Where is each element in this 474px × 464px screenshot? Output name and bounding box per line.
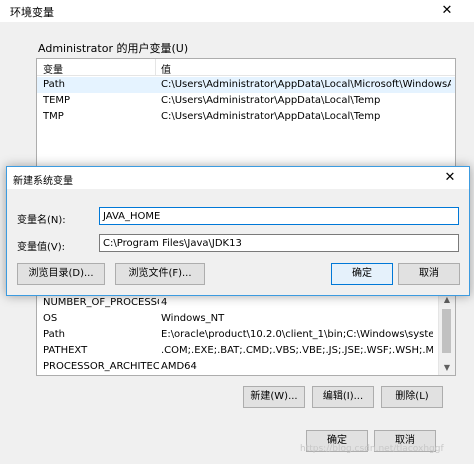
table-row[interactable]: OS Windows_NT bbox=[37, 311, 455, 327]
variable-value: E:\oracle\product\10.2.0\client_1\bin;C:… bbox=[161, 329, 433, 340]
variable-name-input[interactable]: JAVA_HOME bbox=[99, 207, 459, 225]
edit-variable-button[interactable]: 编辑(I)... bbox=[312, 386, 374, 408]
column-header-value[interactable]: 值 bbox=[161, 61, 171, 76]
user-variables-list[interactable]: 变量 值 Path C:\Users\Administrator\AppData… bbox=[36, 58, 456, 174]
delete-variable-button[interactable]: 删除(L) bbox=[381, 386, 443, 408]
column-header-variable[interactable]: 变量 bbox=[43, 61, 63, 76]
variable-value: C:\Users\Administrator\AppData\Local\Mic… bbox=[161, 79, 451, 90]
variable-name: TEMP bbox=[43, 95, 71, 106]
browse-directory-button[interactable]: 浏览目录(D)... bbox=[17, 263, 105, 285]
list-header: 变量 值 bbox=[37, 59, 455, 76]
variable-value: .COM;.EXE;.BAT;.CMD;.VBS;.VBE;.JS;.JSE;.… bbox=[161, 345, 433, 356]
dialog-titlebar: 新建系统变量 ✕ bbox=[7, 167, 469, 189]
table-row[interactable]: PROCESSOR_ARCHITECT... AMD64 bbox=[37, 359, 455, 375]
new-system-variable-dialog: 新建系统变量 ✕ 变量名(N): JAVA_HOME 变量值(V): C:\Pr… bbox=[6, 166, 470, 296]
dialog-title: 新建系统变量 bbox=[13, 176, 73, 187]
new-variable-button[interactable]: 新建(W)... bbox=[243, 386, 305, 408]
variable-name-label: 变量名(N): bbox=[17, 215, 66, 226]
variable-name: NUMBER_OF_PROCESSORS bbox=[43, 297, 159, 308]
variable-value: 4 bbox=[161, 297, 168, 308]
table-row[interactable]: Path C:\Users\Administrator\AppData\Loca… bbox=[37, 77, 455, 93]
variable-name: Path bbox=[43, 79, 65, 90]
dialog-cancel-button[interactable]: 取消 bbox=[398, 263, 460, 285]
user-variables-group-label: Administrator 的用户变量(U) bbox=[38, 42, 189, 55]
scroll-thumb[interactable] bbox=[442, 309, 451, 353]
close-icon[interactable]: ✕ bbox=[432, 2, 462, 20]
scroll-down-icon[interactable]: ▼ bbox=[439, 361, 455, 375]
window-titlebar: 环境变量 ✕ bbox=[0, 0, 474, 22]
vertical-scrollbar[interactable]: ▲ ▼ bbox=[438, 293, 455, 375]
variable-value: C:\Users\Administrator\AppData\Local\Tem… bbox=[161, 95, 381, 106]
dialog-ok-button[interactable]: 确定 bbox=[331, 263, 393, 285]
variable-value: Windows_NT bbox=[161, 313, 225, 324]
table-row[interactable]: TEMP C:\Users\Administrator\AppData\Loca… bbox=[37, 93, 455, 109]
watermark: https://blog.csdn.net/tlacoxhggf bbox=[300, 444, 444, 454]
variable-name: PROCESSOR_ARCHITECT... bbox=[43, 361, 159, 372]
table-row[interactable]: TMP C:\Users\Administrator\AppData\Local… bbox=[37, 109, 455, 125]
variable-value-input[interactable]: C:\Program Files\Java\JDK13 bbox=[99, 234, 459, 252]
column-divider[interactable] bbox=[155, 59, 156, 75]
variable-value: AMD64 bbox=[161, 361, 197, 372]
variable-name: PATHEXT bbox=[43, 345, 88, 356]
table-row[interactable]: PATHEXT .COM;.EXE;.BAT;.CMD;.VBS;.VBE;.J… bbox=[37, 343, 455, 359]
variable-name: Path bbox=[43, 329, 65, 340]
variable-name: TMP bbox=[43, 111, 64, 122]
variable-name: OS bbox=[43, 313, 58, 324]
variable-value: C:\Users\Administrator\AppData\Local\Tem… bbox=[161, 111, 381, 122]
system-variables-list[interactable]: NUMBER_OF_PROCESSORS 4 OS Windows_NT Pat… bbox=[36, 292, 456, 376]
close-icon[interactable]: ✕ bbox=[435, 169, 465, 187]
table-row[interactable]: Path E:\oracle\product\10.2.0\client_1\b… bbox=[37, 327, 455, 343]
table-row[interactable]: NUMBER_OF_PROCESSORS 4 bbox=[37, 295, 455, 311]
window-title: 环境变量 bbox=[10, 6, 54, 19]
browse-file-button[interactable]: 浏览文件(F)... bbox=[115, 263, 205, 285]
variable-value-label: 变量值(V): bbox=[17, 242, 66, 253]
